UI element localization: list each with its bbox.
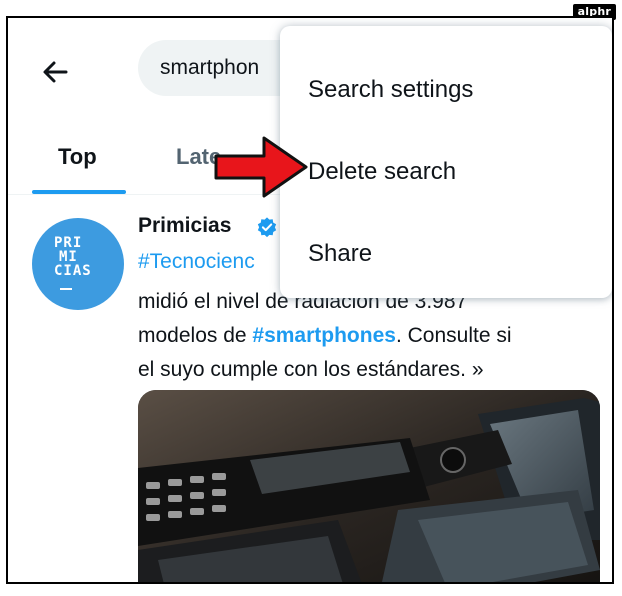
tab-top[interactable]: Top	[58, 144, 97, 170]
tweet-hashtag[interactable]: #Tecnocienc	[138, 250, 255, 274]
avatar-logo-text: PRI MI CIAS	[54, 235, 92, 279]
search-query: smartphon	[160, 56, 260, 79]
menu-item-search-settings[interactable]: Search settings	[308, 76, 473, 104]
red-arrow-icon	[214, 136, 308, 198]
verified-badge-icon	[257, 217, 277, 238]
tweet-text-line: modelos de #smartphones. Consulte si	[138, 324, 512, 347]
tweet-author[interactable]: Primicias	[138, 214, 231, 238]
overflow-menu: Search settings Delete search Share	[280, 26, 612, 298]
tweet-text-line: el suyo cumple con los estándares. »	[138, 358, 484, 381]
avatar[interactable]: PRI MI CIAS	[32, 218, 124, 310]
menu-item-share[interactable]: Share	[308, 240, 372, 268]
back-arrow-icon[interactable]	[36, 52, 76, 92]
phones-photo	[138, 390, 600, 582]
tweet-image[interactable]	[138, 390, 600, 582]
screenshot-frame: smartphon Top Late PRI MI CIAS Primicias…	[6, 16, 614, 584]
avatar-logo-bar	[60, 288, 72, 290]
menu-item-delete-search[interactable]: Delete search	[308, 158, 456, 186]
tweet-hashtag-link[interactable]: #smartphones	[252, 324, 396, 347]
